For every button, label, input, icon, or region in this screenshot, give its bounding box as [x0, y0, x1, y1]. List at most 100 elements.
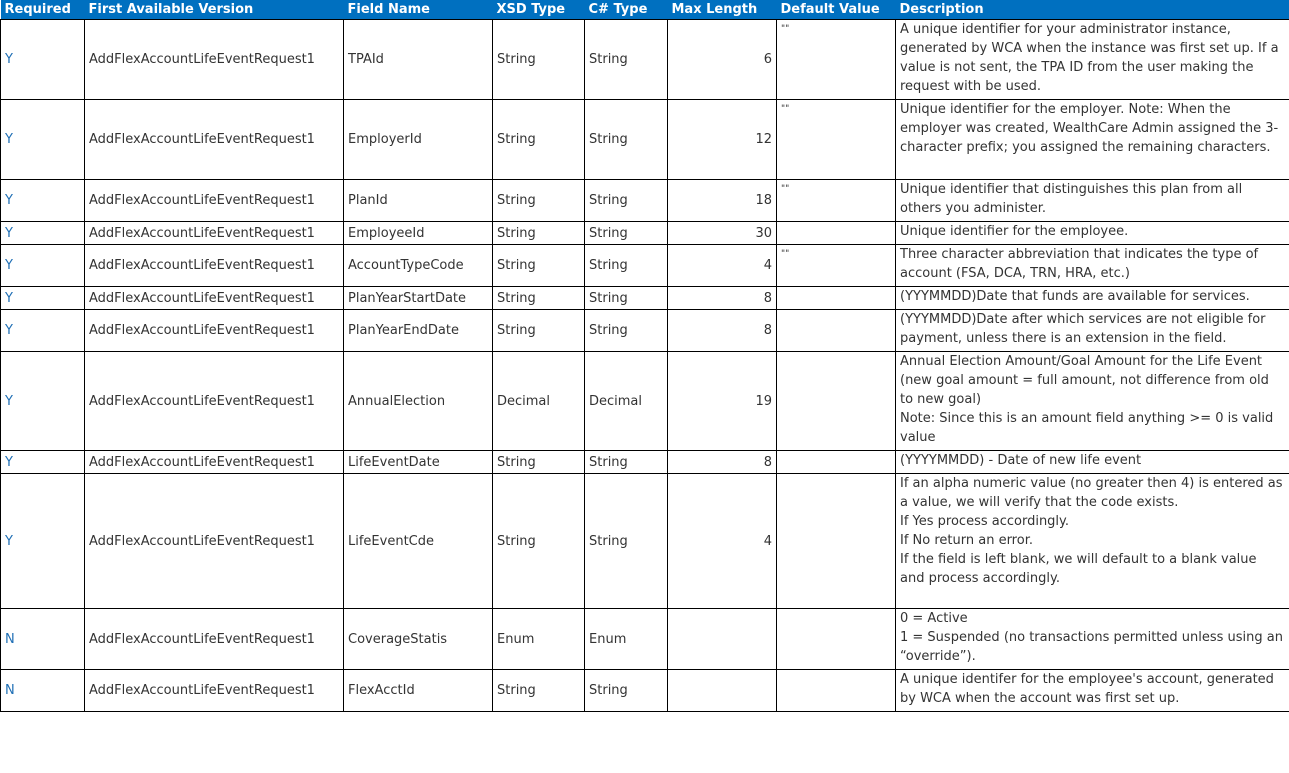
table-row: Y AddFlexAccountLifeEventRequest1 LifeEven… [0, 450, 1289, 474]
cell-default-value [776, 351, 896, 451]
cell-default-value [776, 450, 896, 474]
table-row: Y AddFlexAccountLifeEventRequest1 LifeEven… [0, 473, 1289, 609]
cell-first-available-version: AddFlexAccountLifeEventRequest1 [84, 221, 344, 245]
cell-csharp-type: String [584, 221, 668, 245]
table-row: Y AddFlexAccountLifeEventRequest1 AnnualEl… [0, 351, 1289, 451]
header-required: Required [0, 0, 85, 20]
table-row: Y AddFlexAccountLifeEventRequest1 Employer… [0, 99, 1289, 180]
description-line: A unique identifier for your administrat… [900, 22, 1279, 94]
description-line: If an alpha numeric value (no greater th… [900, 476, 1283, 510]
cell-description: (YYYMMDD)Date after which services are n… [895, 309, 1289, 352]
cell-csharp-type: String [584, 473, 668, 609]
cell-required: N [0, 669, 85, 712]
header-first-available-version: First Available Version [84, 0, 344, 20]
cell-field-name: LifeEventCde [343, 473, 493, 609]
cell-max-length: 4 [667, 473, 777, 609]
description-line: Three character abbreviation that indica… [900, 247, 1259, 281]
description-line: 1 = Suspended (no transactions permitted… [900, 630, 1283, 664]
cell-default-value [776, 309, 896, 352]
cell-xsd-type: String [492, 669, 585, 712]
header-csharp-type: C# Type [584, 0, 668, 20]
cell-required: Y [0, 221, 85, 245]
cell-xsd-type: String [492, 309, 585, 352]
cell-default-value [776, 669, 896, 712]
description-line: Annual Election Amount/Goal Amount for t… [900, 354, 1269, 407]
header-field-name: Field Name [343, 0, 493, 20]
description-line: A unique identifer for the employee's ac… [900, 672, 1274, 706]
cell-xsd-type: String [492, 286, 585, 310]
cell-csharp-type: String [584, 244, 668, 287]
cell-required: Y [0, 450, 85, 474]
cell-max-length: 19 [667, 351, 777, 451]
cell-default-value [776, 608, 896, 670]
cell-max-length: 12 [667, 99, 777, 180]
description-line: If the field is left blank, we will defa… [900, 552, 1257, 586]
cell-required: Y [0, 351, 85, 451]
cell-description: (YYYMMDD)Date that funds are available f… [895, 286, 1289, 310]
cell-default-value [776, 286, 896, 310]
cell-field-name: PlanYearStartDate [343, 286, 493, 310]
cell-default-value: "" [776, 244, 896, 287]
cell-xsd-type: String [492, 19, 585, 100]
cell-first-available-version: AddFlexAccountLifeEventRequest1 [84, 179, 344, 222]
header-row: Required First Available Version Field N… [0, 0, 1289, 20]
cell-csharp-type: String [584, 286, 668, 310]
cell-default-value [776, 221, 896, 245]
header-description: Description [895, 0, 1289, 20]
table-row: Y AddFlexAccountLifeEventRequest1 AccountT… [0, 244, 1289, 287]
cell-field-name: CoverageStatis [343, 608, 493, 670]
cell-first-available-version: AddFlexAccountLifeEventRequest1 [84, 286, 344, 310]
cell-required: N [0, 608, 85, 670]
cell-max-length: 8 [667, 309, 777, 352]
cell-first-available-version: AddFlexAccountLifeEventRequest1 [84, 669, 344, 712]
table-row: Y AddFlexAccountLifeEventRequest1 Employee… [0, 221, 1289, 245]
cell-csharp-type: String [584, 19, 668, 100]
cell-max-length: 8 [667, 450, 777, 474]
table-row: Y AddFlexAccountLifeEventRequest1 PlanYear… [0, 309, 1289, 352]
table-body: Y AddFlexAccountLifeEventRequest1 TPAId Str… [0, 19, 1289, 712]
table-row: Y AddFlexAccountLifeEventRequest1 PlanId St… [0, 179, 1289, 222]
cell-field-name: TPAId [343, 19, 493, 100]
cell-max-length: 8 [667, 286, 777, 310]
cell-description: Unique identifier that distinguishes thi… [895, 179, 1289, 222]
cell-csharp-type: String [584, 309, 668, 352]
description-line: Unique identifier that distinguishes thi… [900, 182, 1243, 216]
cell-first-available-version: AddFlexAccountLifeEventRequest1 [84, 99, 344, 180]
cell-field-name: EmployeeId [343, 221, 493, 245]
cell-default-value [776, 473, 896, 609]
description-line: Unique identifier for the employer. Note… [900, 102, 1279, 155]
cell-csharp-type: Enum [584, 608, 668, 670]
cell-description: Three character abbreviation that indica… [895, 244, 1289, 287]
cell-first-available-version: AddFlexAccountLifeEventRequest1 [84, 608, 344, 670]
cell-max-length: 18 [667, 179, 777, 222]
cell-csharp-type: Decimal [584, 351, 668, 451]
cell-first-available-version: AddFlexAccountLifeEventRequest1 [84, 351, 344, 451]
description-line: Note: Since this is an amount field anyt… [900, 411, 1274, 445]
cell-field-name: LifeEventDate [343, 450, 493, 474]
description-line: (YYYYMMDD) - Date of new life event [900, 453, 1142, 468]
cell-max-length: 6 [667, 19, 777, 100]
table-row: N AddFlexAccountLifeEventRequest1 Coverage… [0, 608, 1289, 670]
cell-required: Y [0, 19, 85, 100]
cell-csharp-type: String [584, 99, 668, 180]
cell-description: Annual Election Amount/Goal Amount for t… [895, 351, 1289, 451]
description-line: (YYYMMDD)Date that funds are available f… [900, 289, 1250, 304]
cell-max-length: 30 [667, 221, 777, 245]
cell-xsd-type: String [492, 179, 585, 222]
cell-xsd-type: Decimal [492, 351, 585, 451]
cell-description: A unique identifier for your administrat… [895, 19, 1289, 100]
cell-required: Y [0, 244, 85, 287]
header-max-length: Max Length [667, 0, 777, 20]
field-spec-table: Required First Available Version Field N… [0, 0, 1289, 712]
cell-description: 0 = Active 1 = Suspended (no transactions… [895, 608, 1289, 670]
cell-required: Y [0, 99, 85, 180]
cell-description: Unique identifier for the employee. [895, 221, 1289, 245]
cell-field-name: AccountTypeCode [343, 244, 493, 287]
header-default-value: Default Value [776, 0, 896, 20]
table-row: Y AddFlexAccountLifeEventRequest1 PlanYear… [0, 286, 1289, 310]
cell-first-available-version: AddFlexAccountLifeEventRequest1 [84, 244, 344, 287]
cell-csharp-type: String [584, 179, 668, 222]
cell-max-length: 4 [667, 244, 777, 287]
description-line: 0 = Active [900, 611, 968, 626]
cell-first-available-version: AddFlexAccountLifeEventRequest1 [84, 473, 344, 609]
